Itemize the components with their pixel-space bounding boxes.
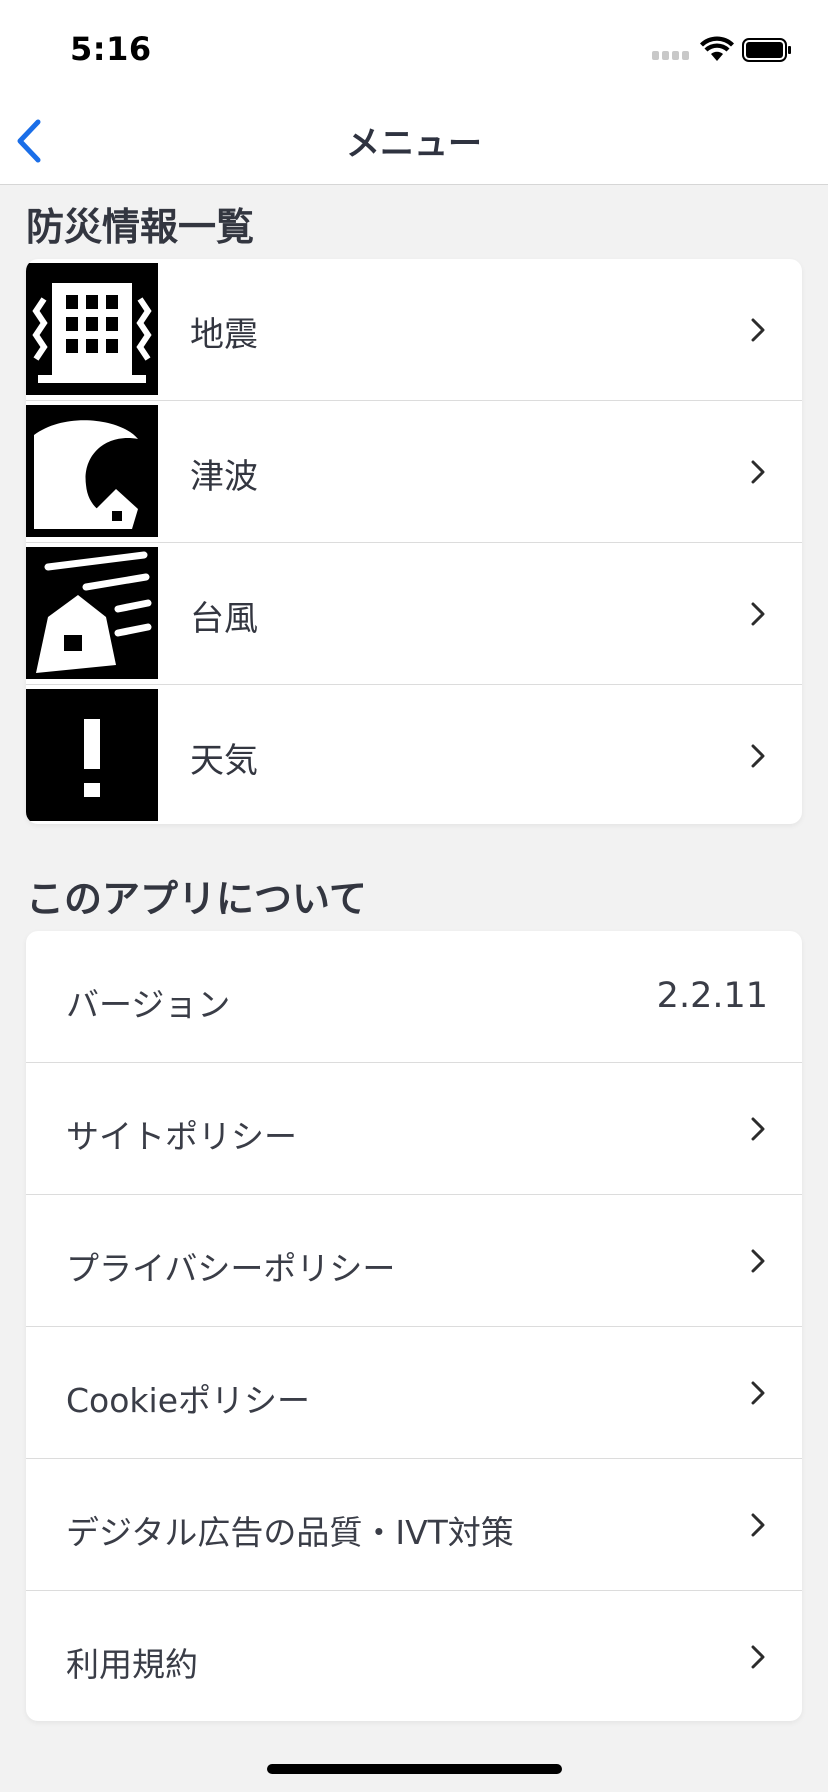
chevron-right-icon (751, 744, 765, 768)
wifi-icon (700, 36, 734, 61)
list-item-cookie-policy[interactable]: Cookieポリシー (26, 1327, 802, 1459)
list-item-ad-quality[interactable]: デジタル広告の品質・IVT対策 (26, 1459, 802, 1591)
list-item-label: 地震 (190, 315, 258, 355)
disaster-list: 地震 津波 台風 天気 (26, 259, 802, 824)
home-indicator[interactable] (267, 1764, 562, 1774)
chevron-right-icon (751, 1513, 765, 1537)
chevron-right-icon (751, 460, 765, 484)
list-item-label: デジタル広告の品質・IVT対策 (66, 1513, 514, 1552)
nav-divider (0, 184, 828, 185)
typhoon-icon (26, 547, 158, 679)
list-item-site-policy[interactable]: サイトポリシー (26, 1063, 802, 1195)
cellular-signal-icon (652, 51, 690, 61)
list-item-terms-of-use[interactable]: 利用規約 (26, 1591, 802, 1721)
list-item-privacy-policy[interactable]: プライバシーポリシー (26, 1195, 802, 1327)
chevron-right-icon (751, 1645, 765, 1669)
version-value: 2.2.11 (656, 976, 768, 1016)
disaster-section-title: 防災情報一覧 (26, 205, 255, 249)
chevron-right-icon (751, 602, 765, 626)
battery-icon (742, 38, 791, 62)
list-item-label: 利用規約 (66, 1645, 198, 1684)
chevron-right-icon (751, 1249, 765, 1273)
list-item-label: 天気 (190, 741, 258, 781)
about-list: バージョン 2.2.11 サイトポリシー プライバシーポリシー Cookieポリ… (26, 931, 802, 1721)
page-title: メニュー (346, 124, 482, 164)
weather-alert-icon (26, 689, 158, 821)
chevron-right-icon (751, 318, 765, 342)
status-time: 5:16 (70, 30, 152, 68)
about-section-title: このアプリについて (26, 877, 367, 921)
list-item-earthquake[interactable]: 地震 (26, 259, 802, 401)
list-item-tsunami[interactable]: 津波 (26, 401, 802, 543)
list-item-label: Cookieポリシー (66, 1381, 311, 1420)
version-row: バージョン 2.2.11 (26, 931, 802, 1063)
list-item-label: 台風 (190, 599, 258, 639)
chevron-right-icon (751, 1381, 765, 1405)
list-item-label: プライバシーポリシー (66, 1249, 396, 1288)
list-item-label: サイトポリシー (66, 1117, 297, 1156)
menu-screen: 5:16 メニュー 防災情報一覧 地震 津波 台風 天気 このアプリについて バ… (0, 0, 828, 1792)
version-label: バージョン (66, 985, 231, 1024)
tsunami-icon (26, 405, 158, 537)
list-item-weather[interactable]: 天気 (26, 685, 802, 824)
chevron-right-icon (751, 1117, 765, 1141)
list-item-label: 津波 (190, 457, 258, 497)
earthquake-icon (26, 263, 158, 395)
list-item-typhoon[interactable]: 台風 (26, 543, 802, 685)
